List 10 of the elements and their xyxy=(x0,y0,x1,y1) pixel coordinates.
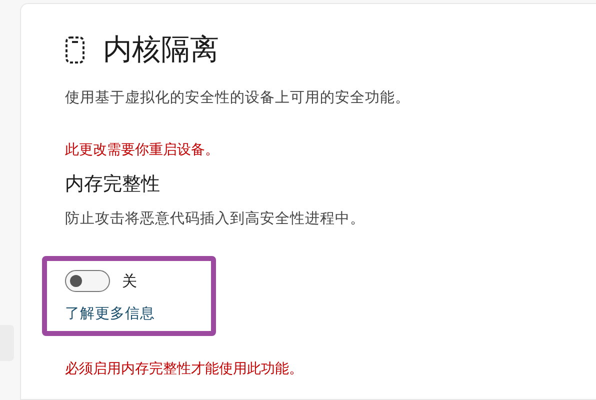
section-heading: 内存完整性 xyxy=(65,172,161,197)
warning-text: 必须启用内存完整性才能使用此功能。 xyxy=(65,360,304,378)
page-title: 内核隔离 xyxy=(103,31,219,68)
learn-more-link[interactable]: 了解更多信息 xyxy=(65,304,211,323)
device-icon xyxy=(65,36,85,64)
toggle-label: 关 xyxy=(122,272,137,290)
restart-notice: 此更改需要你重启设备。 xyxy=(65,141,220,159)
section-description: 防止攻击将恶意代码插入到高安全性进程中。 xyxy=(65,210,366,228)
page-description: 使用基于虚拟化的安全性的设备上可用的安全功能。 xyxy=(65,88,411,107)
toggle-switch[interactable] xyxy=(65,270,110,292)
